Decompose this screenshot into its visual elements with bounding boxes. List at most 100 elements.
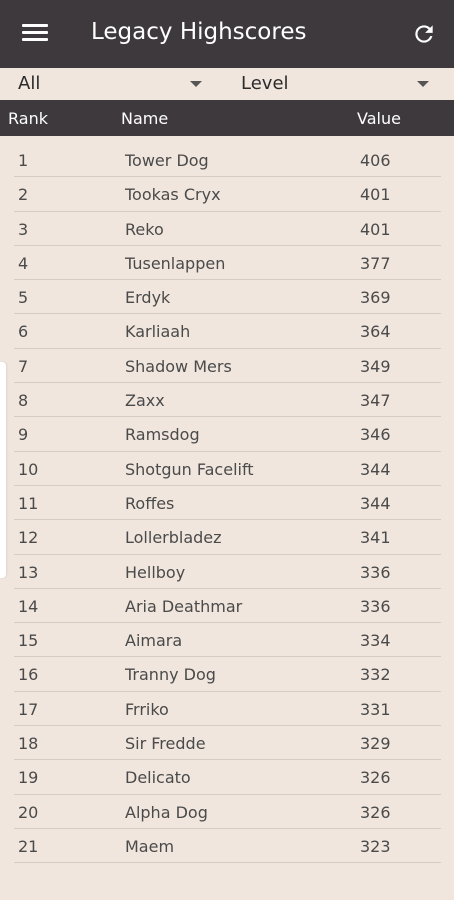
value-cell: 326 (360, 768, 391, 788)
highscore-list: 1 Tower Dog 406 2 Tookas Cryx 401 3 Reko 401 4 Tus… (0, 143, 454, 864)
player-name-cell: Shotgun Facelift (125, 459, 254, 479)
category-select[interactable]: All (18, 68, 210, 100)
value-cell: 346 (360, 425, 391, 445)
category-select-value: All (18, 73, 41, 94)
table-row[interactable]: 12 Lollerbladez 341 (14, 520, 441, 555)
player-name-cell: Shadow Mers (125, 356, 232, 376)
player-name-cell: Aimara (125, 631, 183, 651)
rank-cell: 4 (18, 253, 29, 273)
chevron-down-icon (190, 81, 202, 87)
table-row[interactable]: 4 Tusenlappen 377 (14, 246, 441, 281)
table-row[interactable]: 7 Shadow Mers 349 (14, 349, 441, 384)
rank-cell: 21 (18, 836, 39, 856)
rank-cell: 20 (18, 802, 39, 822)
table-row[interactable]: 19 Delicato 326 (14, 760, 441, 795)
player-name-cell: Tower Dog (125, 151, 209, 170)
table-row[interactable]: 1 Tower Dog 406 (14, 143, 441, 178)
rank-cell: 12 (18, 528, 39, 548)
rank-cell: 7 (18, 356, 29, 376)
drawer-edge-handle[interactable] (0, 362, 6, 578)
chevron-down-icon (417, 81, 429, 87)
column-header-name: Name (121, 109, 169, 128)
table-row[interactable]: 5 Erdyk 369 (14, 280, 441, 315)
app-bar: Legacy Highscores (0, 0, 454, 68)
player-name-cell: Frriko (125, 699, 169, 719)
player-name-cell: Tusenlappen (125, 253, 226, 273)
sort-select[interactable]: Level (241, 68, 441, 100)
value-cell: 364 (360, 322, 391, 342)
value-cell: 331 (360, 699, 391, 719)
value-cell: 326 (360, 802, 391, 822)
player-name-cell: Tranny Dog (125, 665, 216, 685)
rank-cell: 9 (18, 425, 29, 445)
sort-select-value: Level (241, 73, 289, 94)
rank-cell: 1 (18, 151, 29, 170)
column-header-rank: Rank (8, 109, 48, 128)
rank-cell: 16 (18, 665, 39, 685)
table-row[interactable]: 3 Reko 401 (14, 212, 441, 246)
rank-cell: 6 (18, 322, 29, 342)
column-header-value: Value (357, 109, 401, 128)
value-cell: 344 (360, 459, 391, 479)
filter-bar: All Level (0, 68, 454, 100)
table-row[interactable]: 21 Maem 323 (14, 829, 441, 864)
table-row[interactable]: 9 Ramsdog 346 (14, 417, 441, 452)
player-name-cell: Roffes (125, 493, 175, 513)
refresh-icon[interactable] (411, 21, 437, 47)
table-row[interactable]: 15 Aimara 334 (14, 623, 441, 658)
table-row[interactable]: 18 Sir Fredde 329 (14, 726, 441, 761)
rank-cell: 3 (18, 219, 29, 239)
rank-cell: 10 (18, 459, 39, 479)
table-row[interactable]: 17 Frriko 331 (14, 692, 441, 727)
menu-icon[interactable] (22, 22, 48, 44)
table-row[interactable]: 16 Tranny Dog 332 (14, 657, 441, 692)
rank-cell: 2 (18, 185, 29, 205)
player-name-cell: Hellboy (125, 562, 186, 582)
value-cell: 329 (360, 734, 391, 754)
value-cell: 334 (360, 631, 391, 651)
page-title: Legacy Highscores (91, 19, 307, 45)
value-cell: 344 (360, 493, 391, 513)
player-name-cell: Karliaah (125, 322, 191, 342)
table-row[interactable]: 6 Karliaah 364 (14, 314, 441, 349)
rank-cell: 8 (18, 391, 29, 411)
value-cell: 401 (360, 219, 391, 239)
table-row[interactable]: 13 Hellboy 336 (14, 555, 441, 589)
player-name-cell: Maem (125, 836, 175, 856)
player-name-cell: Zaxx (125, 391, 165, 411)
value-cell: 341 (360, 528, 391, 548)
table-header: Rank Name Value (0, 100, 454, 136)
table-row[interactable]: 20 Alpha Dog 326 (14, 795, 441, 829)
rank-cell: 19 (18, 768, 39, 788)
player-name-cell: Sir Fredde (125, 734, 206, 754)
player-name-cell: Reko (125, 219, 164, 239)
value-cell: 323 (360, 836, 391, 856)
value-cell: 336 (360, 562, 391, 582)
rank-cell: 15 (18, 631, 39, 651)
player-name-cell: Delicato (125, 768, 191, 788)
value-cell: 347 (360, 391, 391, 411)
value-cell: 406 (360, 151, 391, 170)
value-cell: 401 (360, 185, 391, 205)
rank-cell: 14 (18, 596, 39, 616)
table-row[interactable]: 11 Roffes 344 (14, 486, 441, 521)
player-name-cell: Alpha Dog (125, 802, 208, 822)
value-cell: 349 (360, 356, 391, 376)
value-cell: 332 (360, 665, 391, 685)
rank-cell: 18 (18, 734, 39, 754)
table-row[interactable]: 14 Aria Deathmar 336 (14, 589, 441, 624)
value-cell: 336 (360, 596, 391, 616)
value-cell: 369 (360, 288, 391, 308)
rank-cell: 13 (18, 562, 39, 582)
player-name-cell: Erdyk (125, 288, 171, 308)
table-row[interactable]: 8 Zaxx 347 (14, 383, 441, 418)
player-name-cell: Lollerbladez (125, 528, 222, 548)
rank-cell: 11 (18, 493, 39, 513)
rank-cell: 5 (18, 288, 29, 308)
player-name-cell: Ramsdog (125, 425, 200, 445)
player-name-cell: Aria Deathmar (125, 596, 243, 616)
rank-cell: 17 (18, 699, 39, 719)
table-row[interactable]: 2 Tookas Cryx 401 (14, 177, 441, 212)
table-row[interactable]: 10 Shotgun Facelift 344 (14, 452, 441, 486)
player-name-cell: Tookas Cryx (125, 185, 221, 205)
